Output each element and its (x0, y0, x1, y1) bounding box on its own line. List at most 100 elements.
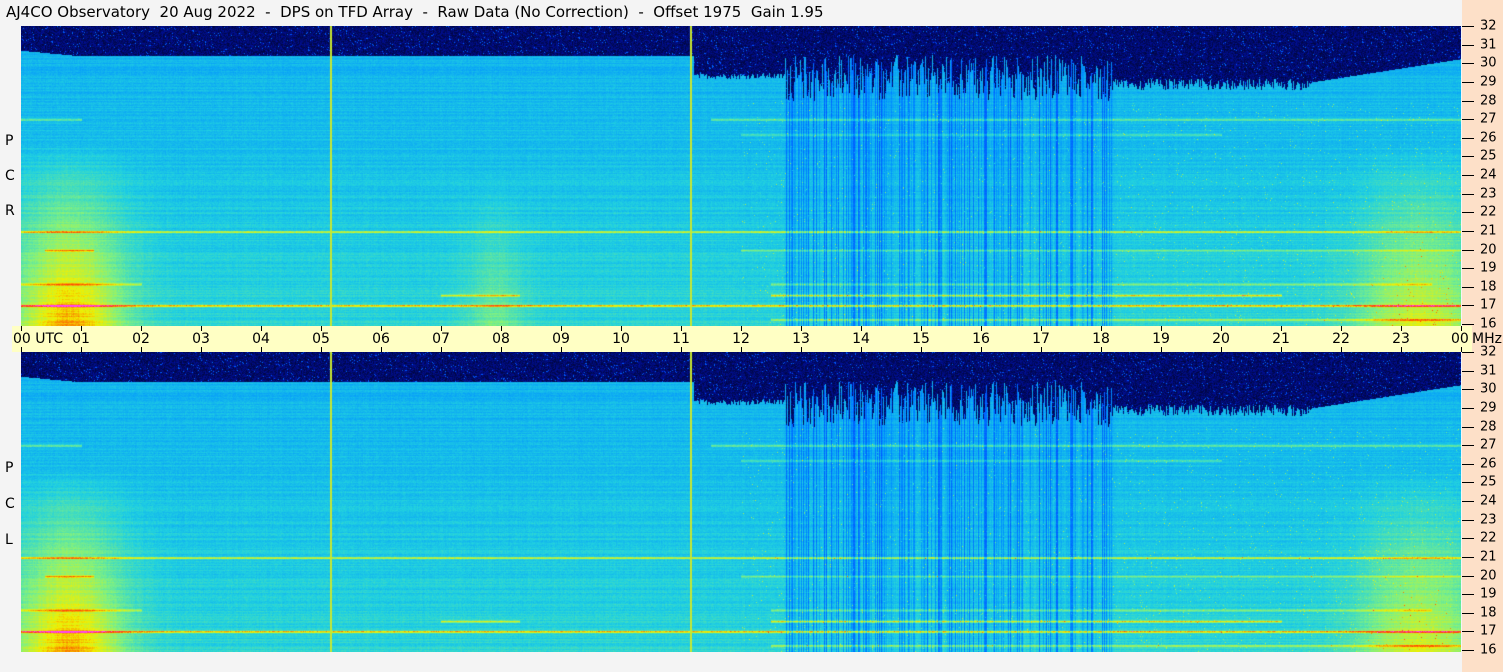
freq-tick (1462, 81, 1474, 83)
freq-tick-label: 18 (1480, 605, 1497, 621)
freq-tick (1462, 352, 1474, 353)
time-tick-label: 02 (132, 331, 150, 347)
time-tick-label: 19 (1152, 331, 1170, 347)
freq-tick-label: 26 (1480, 456, 1497, 472)
freq-tick-label: 30 (1480, 381, 1497, 397)
time-tick (981, 347, 982, 352)
freq-tick (1462, 44, 1474, 46)
time-tick (741, 347, 742, 352)
time-tick (1401, 347, 1402, 352)
freq-tick (1462, 324, 1474, 325)
freq-tick (1462, 501, 1474, 502)
freq-tick (1462, 631, 1474, 633)
time-tick (861, 347, 862, 352)
time-tick (1041, 347, 1042, 352)
freq-tick-label: 16 (1480, 642, 1497, 658)
time-tick-label: 09 (552, 331, 570, 347)
freq-tick (1462, 370, 1474, 372)
freq-tick-label: 17 (1480, 297, 1497, 313)
freq-tick (1462, 482, 1474, 484)
time-tick-label: 15 (912, 331, 930, 347)
time-tick-label: 00 (1451, 331, 1469, 347)
time-tick-label: 04 (252, 331, 270, 347)
time-tick (141, 347, 142, 352)
freq-tick (1462, 100, 1474, 102)
time-tick-label: 06 (372, 331, 390, 347)
time-tick (381, 347, 382, 352)
freq-tick-label: 29 (1480, 400, 1497, 416)
time-tick (1161, 347, 1162, 352)
time-tick-label: 18 (1092, 331, 1110, 347)
freq-tick-label: 20 (1480, 568, 1497, 583)
freq-tick (1462, 249, 1474, 251)
freq-tick (1462, 594, 1474, 596)
freq-tick (1462, 407, 1474, 409)
freq-tick (1462, 63, 1474, 65)
freq-tick (1462, 268, 1474, 270)
time-tick-label: 13 (792, 331, 810, 347)
freq-tick (1462, 519, 1474, 521)
time-tick-label: 23 (1392, 331, 1410, 347)
freq-tick (1462, 230, 1474, 232)
time-tick (801, 347, 802, 352)
freq-tick (1462, 389, 1474, 391)
freq-tick (1462, 612, 1474, 614)
time-tick (681, 347, 682, 352)
chart-title: AJ4CO Observatory 20 Aug 2022 - DPS on T… (6, 3, 824, 21)
freq-tick-label: 30 (1480, 55, 1497, 71)
time-tick (1221, 347, 1222, 352)
freq-tick-label: 16 (1480, 316, 1497, 332)
freq-tick (1462, 26, 1474, 27)
freq-tick-label: 32 (1480, 18, 1497, 34)
freq-tick-label: 32 (1480, 344, 1497, 360)
freq-tick-label: 26 (1480, 130, 1497, 146)
freq-tick (1462, 426, 1474, 428)
freq-tick-label: 21 (1480, 549, 1497, 565)
time-tick (1341, 347, 1342, 352)
rcp-letter-p: P (5, 133, 14, 149)
freq-tick-label: 22 (1480, 204, 1497, 220)
time-tick-label: 10 (612, 331, 630, 347)
time-tick (1281, 347, 1282, 352)
time-tick-label: 20 (1212, 331, 1230, 347)
time-tick-label: 11 (672, 331, 690, 347)
freq-tick-label: 23 (1480, 512, 1497, 528)
freq-tick-label: 27 (1480, 437, 1497, 453)
time-tick-label: 01 (72, 331, 90, 347)
freq-tick-label: 25 (1480, 148, 1497, 164)
time-tick (201, 347, 202, 352)
freq-tick (1462, 286, 1474, 288)
freq-tick-label: 20 (1480, 242, 1497, 257)
time-tick-label: 12 (732, 331, 750, 347)
freq-tick-label: 19 (1480, 260, 1497, 276)
freq-tick-label: 28 (1480, 419, 1497, 434)
freq-tick (1462, 575, 1474, 577)
freq-tick-label: 31 (1480, 37, 1497, 53)
rcp-letter-c: C (5, 168, 15, 184)
time-tick (441, 347, 442, 352)
freq-tick-label: 19 (1480, 586, 1497, 602)
time-tick (261, 347, 262, 352)
time-tick-label: 16 (972, 331, 990, 347)
time-tick-label: 22 (1332, 331, 1350, 347)
freq-tick (1462, 650, 1474, 651)
freq-tick-label: 28 (1480, 93, 1497, 108)
lcp-letter-l: L (5, 532, 13, 548)
time-tick (321, 347, 322, 352)
lcp-letter-p: P (5, 460, 14, 476)
freq-tick-label: 23 (1480, 186, 1497, 202)
freq-tick-label: 24 (1480, 167, 1497, 183)
time-tick-label: 17 (1032, 331, 1050, 347)
freq-tick (1462, 445, 1474, 447)
time-tick-label: 08 (492, 331, 510, 347)
freq-tick (1462, 556, 1474, 558)
time-tick (561, 347, 562, 352)
freq-tick (1462, 156, 1474, 158)
time-tick (81, 347, 82, 352)
rcp-letter-r: R (5, 203, 15, 219)
freq-tick (1462, 193, 1474, 195)
freq-tick-label: 31 (1480, 363, 1497, 379)
freq-tick (1462, 212, 1474, 214)
freq-tick-label: 24 (1480, 493, 1497, 509)
freq-tick (1462, 463, 1474, 465)
